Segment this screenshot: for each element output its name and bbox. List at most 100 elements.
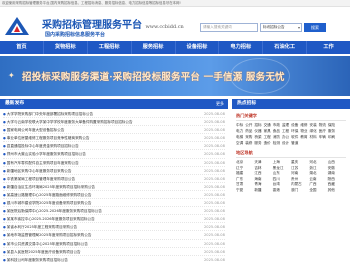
- keywords-title: 热门关键字: [236, 113, 346, 121]
- news-item-title: 大学学院采购部门中央年度部署招标采购项目招标公告: [6, 112, 94, 116]
- bullet-icon: ●: [3, 217, 6, 222]
- news-item-title: 国家电网公司年度大型设备招标公告: [6, 128, 65, 133]
- news-item[interactable]: ●国有汽车零件配件自主采购项目年度采购公告 2025-08-08: [3, 158, 225, 167]
- search-scope-select[interactable]: 标讯招标公告 ▾: [260, 23, 302, 32]
- news-item[interactable]: ●中铁第某局工程项目管理年度采购项目公告 2025-08-08: [3, 174, 225, 183]
- nav-item-power[interactable]: 电力招标: [219, 41, 264, 54]
- news-list: ●大学学院采购部门中央年度部署招标采购项目招标公告 2025-08-08 ●大学与云…: [0, 109, 228, 263]
- news-item-date: 2025-08-08: [203, 247, 225, 255]
- region-link[interactable]: 新疆: [254, 188, 272, 194]
- search-button[interactable]: 搜索: [304, 23, 326, 32]
- keyword-tag[interactable]: 造价: [264, 140, 271, 146]
- news-item-date: 2025-08-08: [203, 207, 225, 215]
- nav-item-home[interactable]: 首页: [0, 41, 44, 54]
- search-scope-value: 标讯招标公告: [263, 25, 285, 29]
- site-title[interactable]: 采购招标管理服务平台 www.ccbidd.cn: [42, 16, 184, 31]
- bullet-icon: ●: [3, 241, 6, 246]
- nav-item-goods[interactable]: 货物招标: [44, 41, 88, 54]
- news-item-date: 2025-08-08: [203, 255, 225, 263]
- news-item-date: 2025-08-08: [203, 142, 225, 150]
- news-item-date: 2025-08-08: [203, 223, 225, 231]
- bullet-icon: ●: [3, 249, 6, 254]
- news-item-title: 某市公共资源交易中心2025年度采购项目招标公告: [6, 241, 88, 246]
- news-item-date: 2025-08-08: [203, 126, 225, 134]
- keyword-tag[interactable]: 教育: [300, 134, 307, 140]
- news-item-title: 新疆自治区生态环境局2025年度采购项目招标采购公告: [6, 184, 96, 189]
- regions-title: 地区导航: [236, 150, 346, 158]
- news-item-date: 2025-08-08: [203, 134, 225, 142]
- site-title-text: 采购招标管理服务平台: [42, 20, 142, 31]
- region-link[interactable]: 全国: [309, 188, 327, 194]
- news-item-date: 2025-08-08: [203, 239, 225, 247]
- news-item[interactable]: ●新疆自治区生态环境局2025年度采购项目招标采购公告 2025-08-08: [3, 182, 225, 191]
- bullet-icon: ●: [3, 176, 6, 181]
- news-item[interactable]: ●某县人民医院2025年度医疗设备采购项目公告 2025-08-08: [3, 247, 225, 256]
- news-item-date: 2025-08-08: [203, 150, 225, 158]
- news-item-title: 中铁第某局工程项目管理年度采购项目公告: [6, 176, 76, 181]
- news-item-date: 2025-08-08: [203, 182, 225, 190]
- news-item-date: 2025-08-08: [203, 118, 225, 126]
- news-item[interactable]: ●某市公共资源交易中心2025年度采购项目招标公告 2025-08-08: [3, 239, 225, 248]
- news-item-title: 某科技公司年度服务采购项目招标公告: [6, 257, 68, 262]
- region-link[interactable]: 其他: [328, 188, 346, 194]
- bullet-icon: ●: [3, 168, 6, 173]
- news-item[interactable]: ●大学与云南学校联大学某中学学校年度服务大单备件购置采购招标项目招标公告 2025…: [3, 118, 225, 127]
- nav-item-engineering[interactable]: 工程招标: [88, 41, 132, 54]
- bullet-icon: ●: [3, 209, 6, 214]
- keyword-tag[interactable]: 检测: [273, 140, 280, 146]
- news-item[interactable]: ●某高速公路管理中心2025年度路面维修采购项目公告 2025-08-08: [3, 190, 225, 200]
- region-link[interactable]: 澳门: [291, 188, 309, 194]
- news-item[interactable]: ●某某市疾控中心2025-2026年度服务项目采购招标公告 2025-08-08: [3, 215, 225, 224]
- news-item-title: 新疆地区采购中心年度服务项目采购公告: [6, 168, 72, 173]
- keyword-tags: 中标 公开 招标 交通 市政 监理 设备 维修 安装 物流 保险 电力 药品 仪器 家具 食品 工程 环保 物业 绿化…: [232, 122, 350, 146]
- news-item[interactable]: ●某科技公司年度服务采购项目招标公告 2025-08-08: [3, 255, 225, 263]
- news-item[interactable]: ●某医院后勤保障中心2025-2026年度服务采购项目招标公告 2025-08-0…: [3, 207, 225, 216]
- region-link[interactable]: 宁夏: [236, 188, 254, 194]
- keyword-tag[interactable]: 空调: [236, 140, 243, 146]
- bullet-icon: ●: [3, 233, 6, 238]
- news-item[interactable]: ●郑州市大冀山实验小学年度服务采购项目招标公告 2025-08-08: [3, 150, 225, 159]
- keyword-tag[interactable]: 管道: [291, 140, 298, 146]
- keyword-tag[interactable]: 服务: [254, 140, 261, 146]
- news-item-date: 2025-08-08: [203, 190, 225, 199]
- bullet-icon: ●: [3, 152, 6, 157]
- news-item-title: 国有汽车零件配件自主采购项目年度采购公告: [6, 160, 79, 165]
- news-item[interactable]: ●大学学院采购部门中央年度部署招标采购项目招标公告 2025-08-08: [3, 110, 225, 119]
- welcome-bar: 欢迎使用采购招标管理服务平台,国内采购招标信息、工程招标消息、服务招标信息、电力…: [0, 0, 350, 7]
- logo-icon[interactable]: [4, 16, 30, 36]
- more-link[interactable]: 更多: [216, 99, 224, 109]
- nav-item-service[interactable]: 服务招标: [132, 41, 176, 54]
- news-item-date: 2025-08-08: [203, 174, 225, 182]
- keyword-tag[interactable]: 装修: [245, 140, 252, 146]
- news-item-date: 2025-08-08: [203, 158, 225, 166]
- keyword-tag[interactable]: 印刷: [328, 134, 335, 140]
- news-item[interactable]: ●某省水利厅2025年度工程采购项目采购公告 2025-08-08: [3, 223, 225, 232]
- bullet-icon: ●: [3, 201, 6, 206]
- news-item-title: 县直通招投标中心年度资金采购项目招标公告: [6, 144, 79, 149]
- search-input[interactable]: 请输入搜索关键词: [200, 23, 258, 32]
- news-item[interactable]: ●新疆地区采购中心年度服务项目采购公告 2025-08-08: [3, 166, 225, 175]
- region-link[interactable]: 香港: [273, 188, 291, 194]
- site-url: www.ccbidd.cn: [145, 24, 184, 30]
- news-item[interactable]: ●银川市城市建设学院2025年度设备采购项目采购公告 2025-08-08: [3, 199, 225, 208]
- nav-item-equipment[interactable]: 设备招标: [176, 41, 220, 54]
- bullet-icon: ●: [3, 184, 6, 189]
- keyword-tag[interactable]: 设计: [282, 140, 289, 146]
- site-subtitle: 国内采购招标信息服务平台: [45, 32, 106, 38]
- bullet-icon: ●: [3, 136, 6, 141]
- news-item[interactable]: ●国家电网公司年度大型设备招标公告 2025-08-08: [3, 126, 225, 135]
- keyword-tag[interactable]: 材料: [310, 134, 317, 140]
- keyword-tag[interactable]: 车辆: [319, 134, 326, 140]
- bullet-icon: ●: [3, 144, 6, 149]
- nav-item-work[interactable]: 工作: [307, 41, 350, 54]
- news-item[interactable]: ●某地市场监督管理局2025年度采购项目招标采购公告 2025-08-08: [3, 231, 225, 240]
- news-item-title: 某某市疾控中心2025-2026年度服务项目采购招标公告: [6, 217, 95, 222]
- news-item[interactable]: ●县直通招投标中心年度资金采购项目招标公告 2025-08-08: [3, 142, 225, 151]
- news-item-title: 事业单位房屋维修工程服务项目竞争性磋商采购公告: [6, 136, 90, 141]
- news-item[interactable]: ●事业单位房屋维修工程服务项目竞争性磋商采购公告 2025-08-08: [3, 134, 225, 143]
- banner[interactable]: ✦ 招投标采购服务渠道·采购招投标服务平台 一手信源 服务无忧: [0, 56, 350, 96]
- news-item-title: 某省水利厅2025年度工程采购项目采购公告: [6, 225, 78, 230]
- news-item-date: 2025-08-08: [203, 199, 225, 207]
- nav-item-petrochem[interactable]: 石油化工: [263, 41, 308, 54]
- news-item-title: 郑州市大冀山实验小学年度服务采购项目招标公告: [6, 152, 86, 157]
